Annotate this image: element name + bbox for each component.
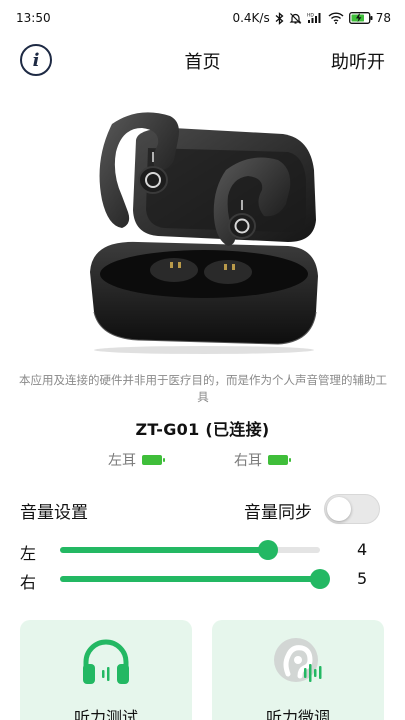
left-volume-label: 左: [20, 544, 37, 563]
network-speed: 0.4K/s: [232, 11, 270, 25]
right-volume-thumb[interactable]: [310, 569, 330, 589]
headphones-icon: [83, 639, 129, 684]
left-volume-slider[interactable]: [60, 540, 320, 560]
right-volume-value: 5: [357, 569, 368, 588]
right-volume-label: 右: [20, 573, 37, 592]
wifi-icon: [328, 12, 344, 24]
disclaimer-text: 本应用及连接的硬件并非用于医疗目的，而是作为个人声音管理的辅助工具: [19, 373, 387, 404]
right-volume-row: 右 5: [0, 567, 405, 592]
battery-charging-icon: [348, 12, 373, 24]
earbuds-case-image: [90, 112, 318, 354]
device-name: ZT-G01 (已连接): [135, 420, 270, 439]
battery-indicator: 78: [348, 11, 391, 25]
hearing-adjust-label: 听力微调: [265, 708, 330, 720]
svg-text:HD: HD: [307, 13, 314, 19]
ear-adjust-icon: [274, 638, 322, 682]
hearing-aid-toggle-button[interactable]: 助听开: [331, 48, 385, 74]
left-ear-label: 左耳: [108, 453, 136, 469]
hearing-test-label: 听力测试: [73, 708, 138, 720]
volume-settings-title: 音量设置: [20, 503, 88, 523]
right-battery-icon: [268, 455, 291, 465]
left-volume-thumb[interactable]: [258, 540, 278, 560]
status-bar: 13:50 0.4K/s HD 78: [0, 0, 405, 36]
right-ear-status: 右耳: [234, 450, 291, 470]
left-volume-value: 4: [357, 540, 368, 559]
mute-icon: [289, 12, 302, 24]
volume-sync-label: 音量同步: [244, 503, 312, 523]
status-icons: 0.4K/s HD 78: [232, 11, 391, 25]
left-battery-icon: [142, 455, 165, 465]
left-volume-row: 左 4: [0, 538, 405, 563]
volume-sync-toggle[interactable]: [324, 494, 380, 524]
status-time: 13:50: [16, 11, 51, 25]
header: i 首页 助听开: [0, 40, 405, 80]
battery-percent: 78: [375, 11, 391, 25]
ear-battery-row: 左耳 右耳: [0, 450, 405, 470]
right-ear-label: 右耳: [234, 453, 262, 469]
hearing-test-card[interactable]: 听力测试: [20, 620, 192, 720]
left-ear-status: 左耳: [108, 450, 165, 470]
toggle-knob: [327, 497, 351, 521]
right-volume-fill: [60, 576, 320, 582]
right-volume-slider[interactable]: [60, 569, 330, 589]
bluetooth-icon: [275, 11, 284, 25]
left-volume-fill: [60, 547, 268, 553]
hearing-adjust-card[interactable]: 听力微调: [212, 620, 384, 720]
hd-signal-icon: HD: [307, 13, 321, 23]
